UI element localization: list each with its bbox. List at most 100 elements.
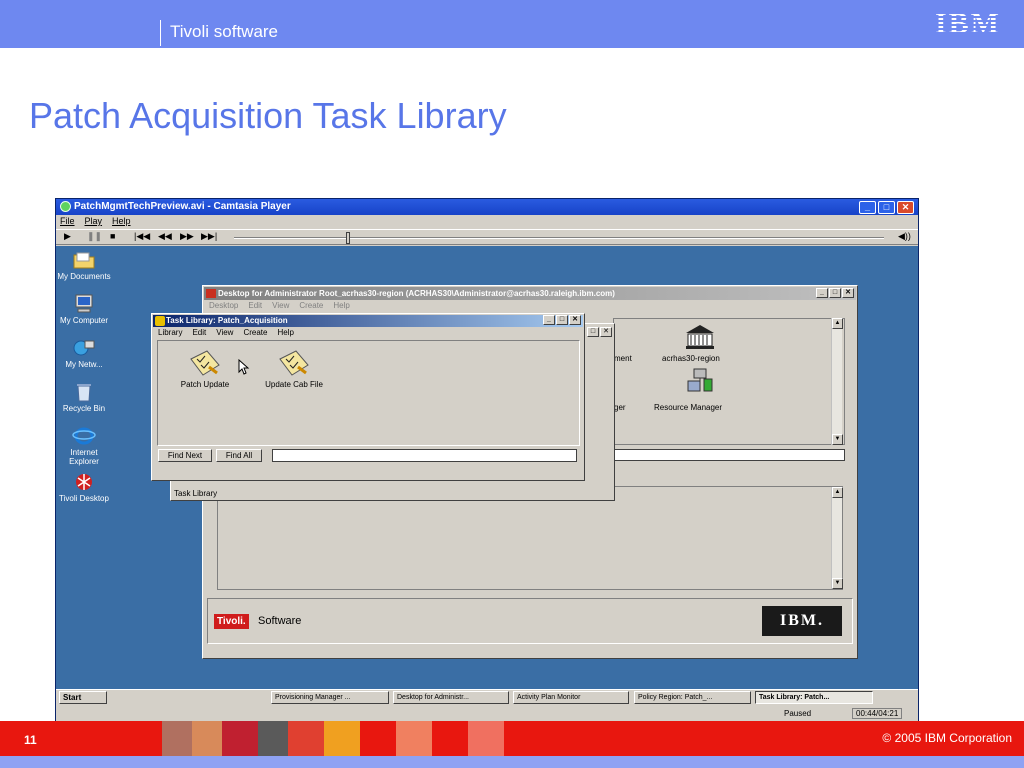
network-icon	[73, 340, 95, 356]
copyright: © 2005 IBM Corporation	[882, 731, 1012, 745]
minimize-button[interactable]: _	[543, 315, 555, 325]
menu-create[interactable]: Create	[299, 301, 323, 310]
taskbar-item-task-library[interactable]: Task Library: Patch...	[755, 691, 873, 704]
task-library-title: Task Library: Patch_Acquisition	[166, 316, 288, 325]
tivoli-logo: Tivoli.	[214, 614, 249, 629]
desktop-icon-label: Internet Explorer	[69, 448, 99, 466]
minimize-button[interactable]: _	[816, 288, 828, 298]
playback-controls: ▶ ❚❚ ■ |◀◀ ◀◀ ▶▶ ▶▶| ◀))	[56, 229, 918, 245]
icon-label-region[interactable]: acrhas30-region	[662, 354, 720, 363]
maximize-button[interactable]: □	[829, 288, 841, 298]
folder-icon	[73, 252, 95, 269]
desktop-icon-label: My Netw...	[65, 360, 103, 369]
icon-pane-scrollbar[interactable]: ▲ ▼	[831, 318, 843, 445]
desktop-icon-my-documents[interactable]: My Documents	[56, 250, 112, 281]
task-library-window: Task Library: Patch_Acquisition _ □ ✕ Li…	[151, 313, 585, 481]
taskbar-item-activity-plan[interactable]: Activity Plan Monitor	[513, 691, 629, 704]
remote-desktop: My Documents My Computer My Netw... Recy…	[56, 246, 918, 689]
menu-edit[interactable]: Edit	[192, 328, 206, 337]
icon-label-partial-2[interactable]: ger	[614, 403, 626, 412]
maximize-button[interactable]: □	[587, 327, 599, 337]
icon-label-resource-manager[interactable]: Resource Manager	[654, 403, 722, 412]
menu-help[interactable]: Help	[112, 216, 131, 226]
volume-icon[interactable]: ◀))	[898, 231, 911, 242]
header-band: Tivoli software IBM	[0, 0, 1024, 48]
minimize-button[interactable]: _	[859, 201, 876, 214]
start-button[interactable]: Start	[59, 691, 107, 704]
desktop-icon-label: Tivoli Desktop	[59, 494, 109, 503]
menu-edit[interactable]: Edit	[248, 301, 262, 310]
menu-view[interactable]: View	[216, 328, 233, 337]
menu-library[interactable]: Library	[158, 328, 182, 337]
maximize-button[interactable]: □	[878, 201, 895, 214]
task-icon	[190, 350, 220, 376]
desktop-icon-internet-explorer[interactable]: Internet Explorer	[56, 426, 112, 466]
task-list-pane: Patch Update Update Cab File	[157, 340, 580, 446]
find-next-button[interactable]: Find Next	[158, 449, 212, 462]
rewind-icon[interactable]: ◀◀	[158, 231, 172, 242]
play-icon[interactable]: ▶	[64, 231, 71, 242]
tivoli-window-icon	[206, 289, 216, 298]
icon-label-partial[interactable]: ment	[614, 354, 632, 363]
scroll-down-icon[interactable]: ▼	[832, 434, 843, 445]
last-icon[interactable]: ▶▶|	[201, 231, 217, 242]
task-icon	[279, 350, 309, 376]
seek-track[interactable]	[234, 237, 884, 239]
menu-file[interactable]: File	[60, 216, 75, 226]
task-update-cab-file[interactable]: Update Cab File	[252, 349, 336, 389]
menu-help[interactable]: Help	[333, 301, 349, 310]
task-library-status: Task Library	[174, 489, 218, 498]
close-button[interactable]: ✕	[842, 288, 854, 298]
close-button[interactable]: ✕	[897, 201, 914, 214]
ibm-brand-logo: IBM.	[762, 606, 842, 636]
footer-band: 11 © 2005 IBM Corporation	[0, 721, 1024, 756]
find-all-button[interactable]: Find All	[216, 449, 262, 462]
menu-help[interactable]: Help	[277, 328, 293, 337]
menu-desktop[interactable]: Desktop	[209, 301, 238, 310]
pause-icon[interactable]: ❚❚	[87, 231, 102, 242]
taskbar-item-policy-region[interactable]: Policy Region: Patch_...	[634, 691, 751, 704]
menu-play[interactable]: Play	[85, 216, 103, 226]
tivoli-desktop-menubar: Desktop Edit View Create Help	[209, 301, 350, 310]
maximize-button[interactable]: □	[556, 315, 568, 325]
desktop-icon-tivoli-desktop[interactable]: Tivoli Desktop	[56, 472, 112, 503]
task-patch-update[interactable]: Patch Update	[170, 349, 240, 389]
desktop-icon-label: Recycle Bin	[62, 404, 106, 413]
desktop-icon-my-computer[interactable]: My Computer	[56, 294, 112, 325]
footer-image-mosaic	[162, 721, 504, 756]
tivoli-desktop-find-field[interactable]	[613, 449, 845, 461]
footer-bottom-band	[0, 756, 1024, 768]
page-title: Patch Acquisition Task Library	[29, 95, 507, 136]
desktop-icon-label: My Documents	[57, 272, 111, 281]
notice-pane-scrollbar[interactable]: ▲ ▼	[831, 487, 843, 589]
tivoli-notice-pane: ▲ ▼	[217, 486, 843, 590]
find-input[interactable]	[272, 449, 577, 462]
ibm-logo: IBM	[935, 9, 1009, 39]
task-library-titlebar[interactable]: Task Library: Patch_Acquisition _ □ ✕	[153, 315, 583, 327]
close-button[interactable]: ✕	[600, 327, 612, 337]
camtasia-titlebar[interactable]: PatchMgmtTechPreview.avi - Camtasia Play…	[56, 199, 918, 215]
stop-icon[interactable]: ■	[110, 231, 115, 241]
scroll-up-icon[interactable]: ▲	[832, 318, 843, 329]
recycle-bin-icon	[77, 384, 91, 402]
taskbar-item-desktop[interactable]: Desktop for Administr...	[393, 691, 509, 704]
first-icon[interactable]: |◀◀	[134, 231, 150, 242]
page-number: 11	[24, 733, 37, 747]
scroll-down-icon[interactable]: ▼	[832, 578, 843, 589]
computer-icon	[75, 294, 93, 313]
taskbar-item-provisioning[interactable]: Provisioning Manager ...	[271, 691, 389, 704]
policy-region-icon[interactable]	[682, 321, 718, 351]
tivoli-desktop-titlebar[interactable]: Desktop for Administrator Root_acrhas30-…	[204, 287, 856, 300]
task-label: Update Cab File	[265, 380, 323, 389]
menu-view[interactable]: View	[272, 301, 289, 310]
seek-thumb[interactable]	[346, 232, 350, 244]
scroll-up-icon[interactable]: ▲	[832, 487, 843, 498]
desktop-icon-recycle-bin[interactable]: Recycle Bin	[56, 382, 112, 413]
camtasia-title: PatchMgmtTechPreview.avi - Camtasia Play…	[74, 201, 291, 212]
menu-create[interactable]: Create	[243, 328, 267, 337]
fast-forward-icon[interactable]: ▶▶	[180, 231, 194, 242]
resource-manager-icon[interactable]	[686, 367, 716, 395]
desktop-icon-my-network[interactable]: My Netw...	[56, 338, 112, 369]
close-button[interactable]: ✕	[569, 315, 581, 325]
camtasia-app-icon	[60, 201, 71, 212]
